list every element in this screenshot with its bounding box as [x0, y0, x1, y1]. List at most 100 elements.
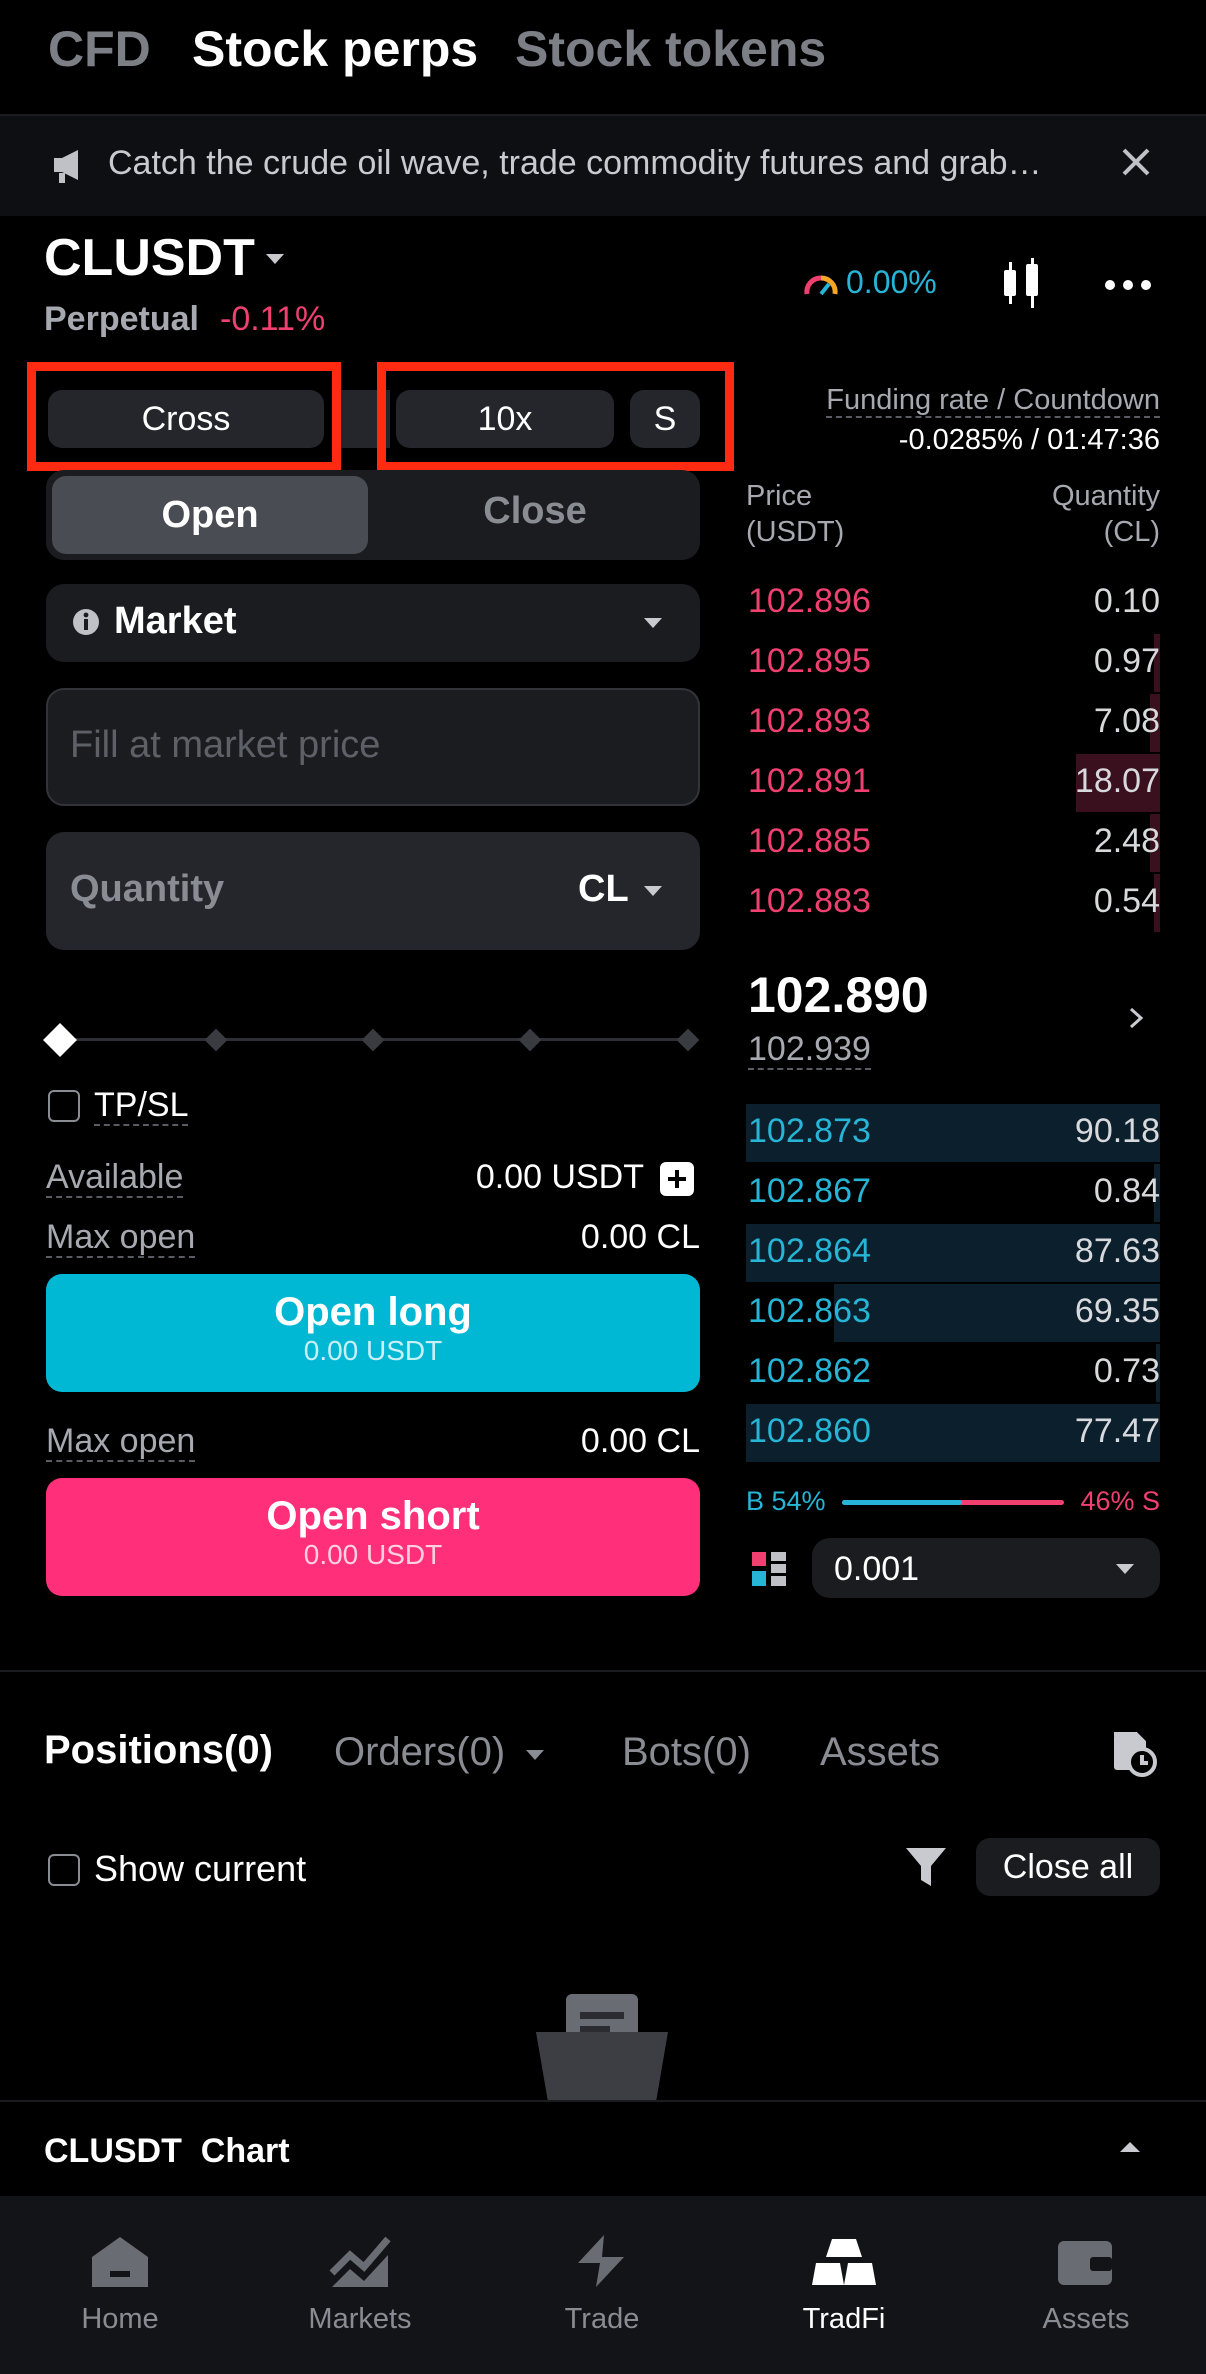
show-current-checkbox[interactable]	[48, 1854, 80, 1886]
info-icon[interactable]	[72, 608, 100, 641]
ratio-bar	[842, 1500, 1064, 1505]
close-all-label: Close all	[1002, 1847, 1134, 1886]
available-label: Available	[46, 1158, 184, 1198]
tpsl-checkbox[interactable]	[48, 1090, 80, 1122]
quantity-unit[interactable]: CL	[578, 868, 629, 911]
megaphone-icon	[50, 146, 90, 191]
divider	[0, 1670, 1206, 1672]
orderbook-layout-icon[interactable]	[752, 1552, 786, 1591]
slider-step-100[interactable]	[676, 1028, 700, 1052]
empty-folder-icon	[536, 1992, 668, 2107]
home-icon	[92, 2237, 148, 2287]
slider-handle[interactable]	[43, 1023, 77, 1057]
open-long-sub: 0.00 USDT	[303, 1335, 443, 1366]
bid-row[interactable]: 102.860 77.47	[746, 1404, 1160, 1462]
last-price: 102.890	[748, 967, 929, 1023]
chevron-right-icon[interactable]	[1128, 1006, 1144, 1035]
tab-close[interactable]: Close	[380, 490, 690, 533]
chart-drawer-label: CLUSDT Chart	[44, 2132, 290, 2170]
nav-trade-label: Trade	[564, 2303, 640, 2335]
tab-bots[interactable]: Bots(0)	[622, 1730, 751, 1775]
open-short-sub: 0.00 USDT	[303, 1539, 443, 1570]
funding-value: -0.0285% / 01:47:36	[898, 424, 1160, 456]
tab-positions[interactable]: Positions(0)	[44, 1728, 273, 1773]
order-type-select[interactable]: Market	[46, 584, 700, 662]
open-long-label: Open long	[274, 1290, 472, 1334]
quantity-label: Quantity	[70, 868, 225, 910]
tab-open[interactable]: Open	[52, 476, 368, 554]
slider-step-75[interactable]	[518, 1028, 542, 1052]
precision-value: 0.001	[834, 1550, 920, 1588]
trade-icon	[578, 2235, 624, 2287]
highlight-box-leverage	[377, 362, 734, 471]
chevron-down-icon[interactable]	[264, 252, 286, 271]
max-open-short-value: 0.00 CL	[580, 1422, 700, 1460]
ask-row[interactable]: 102.891 18.07	[746, 754, 1160, 812]
open-long-button[interactable]: Open long 0.00 USDT	[46, 1274, 700, 1392]
price-change: -0.11%	[220, 300, 326, 338]
tab-stock-tokens[interactable]: Stock tokens	[515, 20, 826, 78]
precision-select[interactable]: 0.001	[812, 1538, 1160, 1598]
bid-row[interactable]: 102.873 90.18	[746, 1104, 1160, 1162]
bid-row[interactable]: 102.864 87.63	[746, 1224, 1160, 1282]
quantity-input[interactable]: Quantity CL	[46, 832, 700, 950]
history-icon[interactable]	[1106, 1726, 1160, 1785]
markets-icon	[329, 2236, 391, 2287]
orderbook-qty-header: Quantity (CL)	[1052, 480, 1160, 548]
chevron-down-icon	[642, 616, 664, 635]
wallet-icon	[1058, 2241, 1112, 2285]
tpsl-label: TP/SL	[94, 1086, 189, 1126]
show-current-label: Show current	[94, 1848, 307, 1889]
bid-row[interactable]: 102.863 69.35	[746, 1284, 1160, 1342]
tab-cfd[interactable]: CFD	[48, 20, 151, 78]
chevron-down-icon[interactable]	[524, 1748, 546, 1767]
price-input[interactable]: Fill at market price	[46, 688, 700, 806]
open-short-label: Open short	[266, 1494, 480, 1538]
slider-step-25[interactable]	[204, 1028, 228, 1052]
price-placeholder: Fill at market price	[70, 724, 381, 766]
bid-row[interactable]: 102.867 0.84	[746, 1164, 1160, 1222]
nav-tradfi-label: TradFi	[802, 2303, 886, 2335]
plus-icon[interactable]	[660, 1162, 694, 1201]
orderbook-price-header: Price (USDT)	[746, 480, 845, 548]
mark-price: 102.939	[748, 1030, 871, 1070]
tab-orders[interactable]: Orders(0)	[334, 1730, 505, 1775]
ask-row[interactable]: 102.883 0.54	[746, 874, 1160, 932]
ask-row[interactable]: 102.896 0.10	[746, 574, 1160, 630]
tab-open-label: Open	[161, 493, 259, 536]
available-value: 0.00 USDT	[475, 1158, 644, 1196]
ask-row[interactable]: 102.893 7.08	[746, 694, 1160, 752]
close-icon[interactable]	[1118, 144, 1154, 185]
announcement-banner[interactable]: Catch the crude oil wave, trade commodit…	[0, 116, 1206, 216]
buy-ratio: B 54%	[746, 1486, 826, 1516]
chart-drawer[interactable]: CLUSDT Chart	[0, 2100, 1206, 2198]
chevron-down-icon	[1114, 1562, 1136, 1581]
close-all-button[interactable]: Close all	[976, 1838, 1160, 1896]
more-icon[interactable]	[1104, 278, 1152, 296]
candlestick-chart-icon[interactable]	[996, 256, 1046, 315]
nav-markets-label: Markets	[308, 2303, 412, 2335]
contract-type: Perpetual	[44, 300, 199, 338]
max-open-long-label: Max open	[46, 1218, 196, 1258]
max-open-long-value: 0.00 CL	[580, 1218, 700, 1256]
symbol-name[interactable]: CLUSDT	[44, 228, 255, 288]
gold-bars-icon	[812, 2239, 876, 2285]
tab-assets[interactable]: Assets	[820, 1730, 940, 1775]
nav-home-label: Home	[81, 2303, 159, 2335]
ask-row[interactable]: 102.895 0.97	[746, 634, 1160, 692]
order-type-label: Market	[114, 600, 237, 642]
sell-ratio: 46% S	[1080, 1486, 1160, 1516]
ask-row[interactable]: 102.885 2.48	[746, 814, 1160, 872]
chevron-down-icon[interactable]	[642, 884, 664, 903]
slider-step-50[interactable]	[361, 1028, 385, 1052]
bid-row[interactable]: 102.862 0.73	[746, 1344, 1160, 1402]
tab-stock-perps[interactable]: Stock perps	[192, 20, 478, 78]
highlight-box-margin	[27, 362, 341, 471]
filter-icon[interactable]	[904, 1846, 948, 1893]
open-short-button[interactable]: Open short 0.00 USDT	[46, 1478, 700, 1596]
nav-assets-label: Assets	[1042, 2303, 1130, 2335]
chevron-up-icon[interactable]	[1118, 2140, 1142, 2159]
gauge-percent: 0.00%	[846, 264, 937, 300]
max-open-short-label: Max open	[46, 1422, 196, 1462]
banner-text: Catch the crude oil wave, trade commodit…	[108, 144, 1042, 182]
